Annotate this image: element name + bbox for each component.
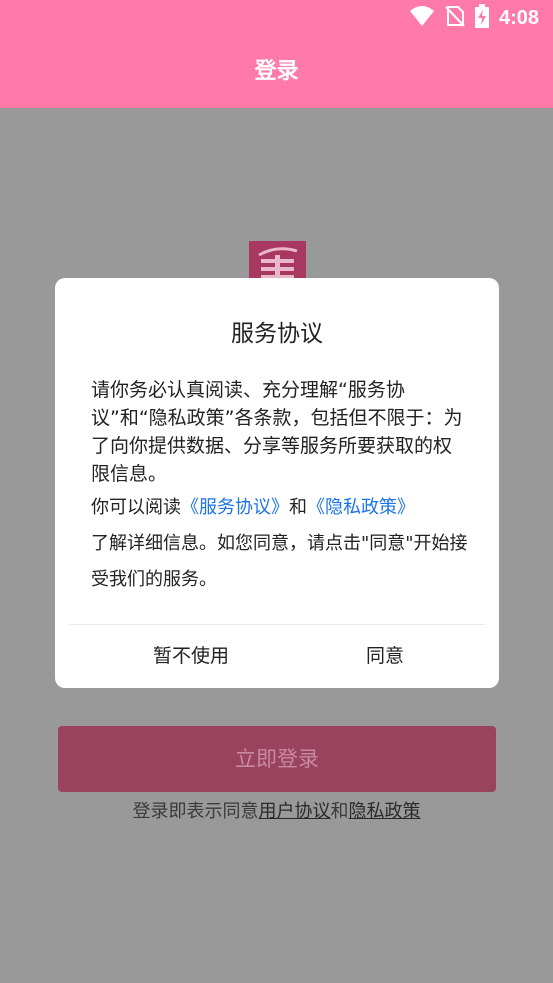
- terms-prefix: 登录即表示同意: [132, 801, 259, 822]
- status-bar: 4:08: [0, 0, 553, 36]
- terms-line: 登录即表示同意用户协议和隐私政策: [0, 797, 553, 823]
- status-time: 4:08: [498, 6, 539, 29]
- service-agreement-dialog: 服务协议 请你务必认真阅读、充分理解“服务协议”和“隐私政策”各条款，包括但不限…: [55, 278, 499, 688]
- terms-and: 和: [330, 801, 349, 822]
- battery-charging-icon: [474, 4, 489, 32]
- read-prefix: 你可以阅读: [91, 497, 181, 518]
- wifi-icon: [409, 5, 435, 31]
- privacy-policy-link[interactable]: 隐私政策: [349, 801, 421, 822]
- user-agreement-link[interactable]: 用户协议: [259, 801, 331, 822]
- no-sim-icon: [445, 5, 465, 31]
- dialog-title: 服务协议: [231, 321, 323, 347]
- agree-button[interactable]: 同意: [315, 634, 455, 678]
- privacy-policy-dialog-link[interactable]: 《隐私政策》: [307, 497, 415, 518]
- dialog-divider: [69, 624, 485, 625]
- status-icons: 4:08: [409, 4, 539, 32]
- dialog-body-text: 请你务必认真阅读、充分理解“服务协议”和“隐私政策”各条款，包括但不限于：为了向…: [91, 379, 463, 485]
- login-button[interactable]: 立即登录: [58, 726, 496, 792]
- page-title: 登录: [254, 59, 299, 84]
- decline-button[interactable]: 暂不使用: [121, 634, 261, 678]
- read-and: 和: [289, 497, 307, 518]
- dialog-read-text: 你可以阅读《服务协议》和《隐私政策》了解详细信息。如您同意，请点击"同意"开始接…: [91, 490, 469, 598]
- app-bar: 登录: [0, 36, 553, 108]
- service-agreement-link[interactable]: 《服务协议》: [181, 497, 289, 518]
- read-suffix: 了解详细信息。如您同意，请点击"同意"开始接受我们的服务。: [91, 533, 468, 590]
